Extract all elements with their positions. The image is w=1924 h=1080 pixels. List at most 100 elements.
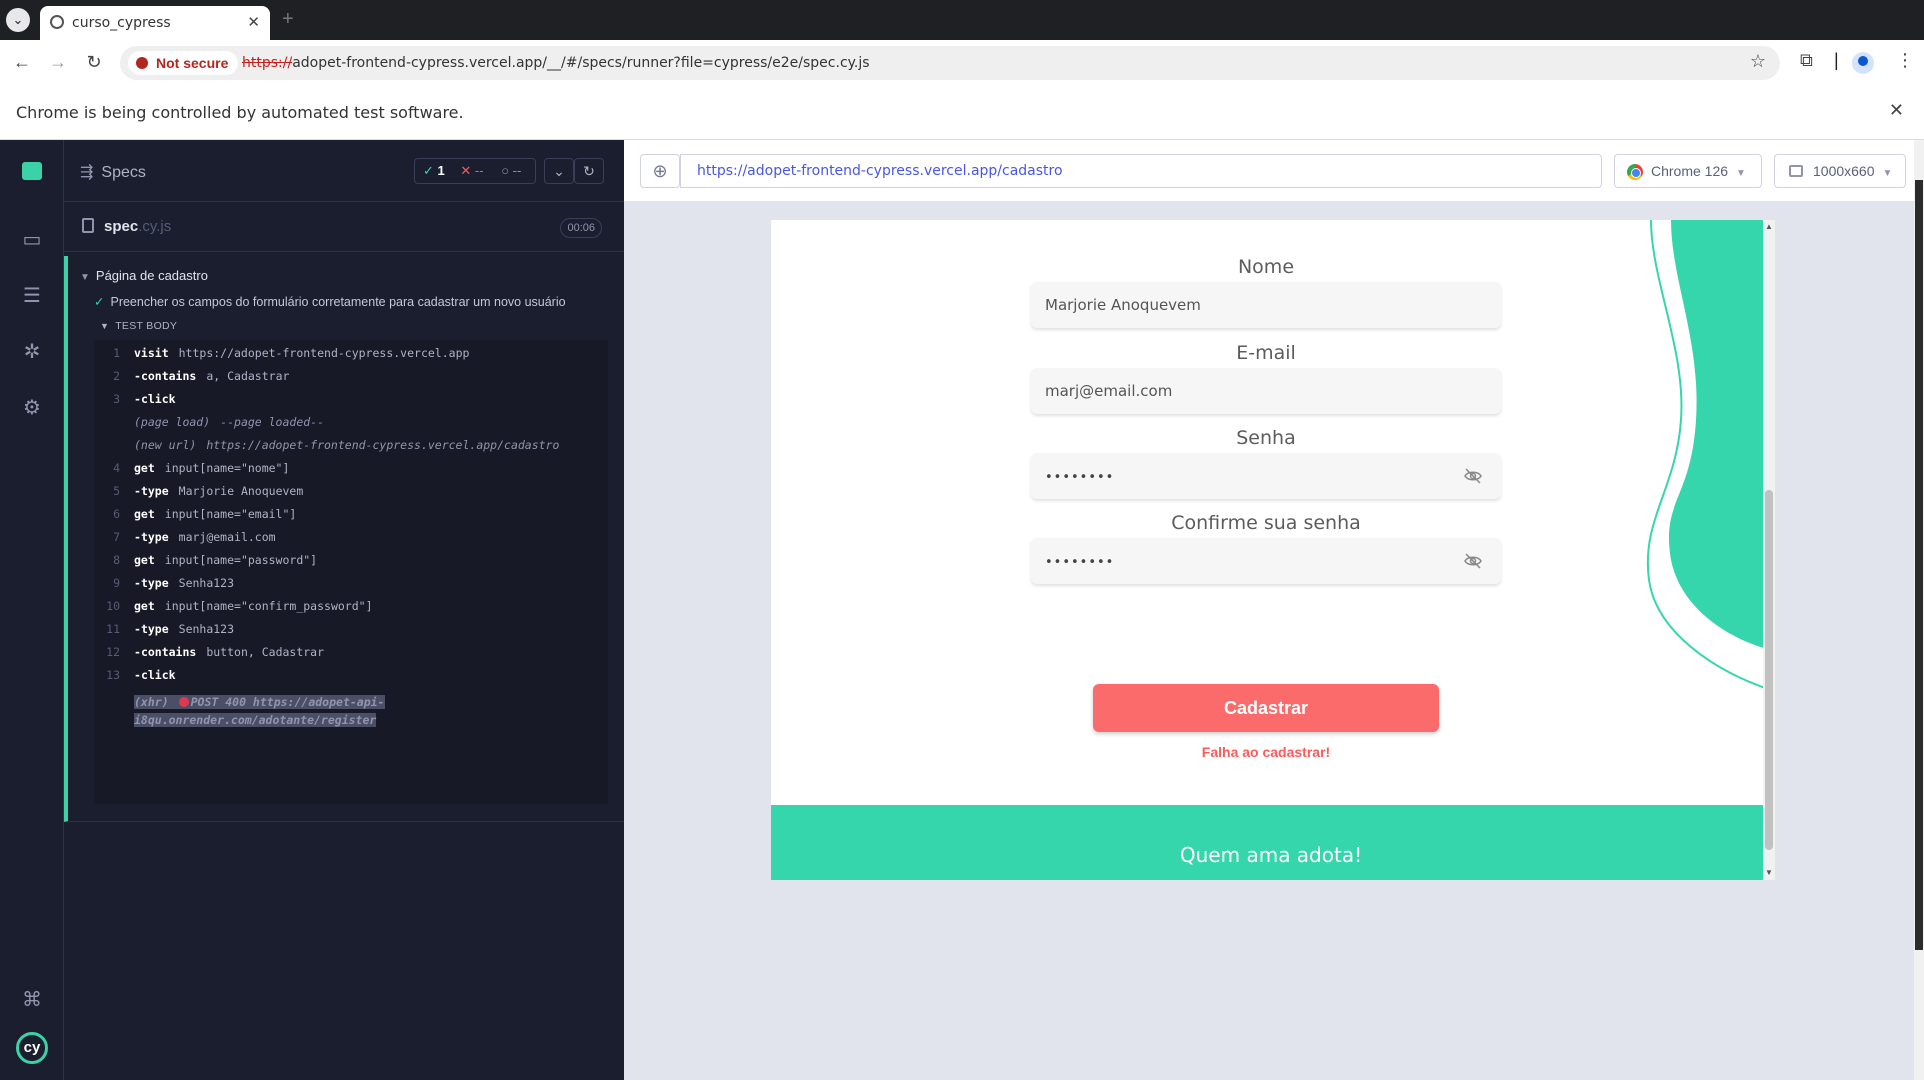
command-row[interactable]: 11 type Senha123 (94, 618, 608, 640)
cypress-logo-icon: cy (16, 1032, 48, 1064)
scroll-up-icon[interactable]: ▲ (1765, 222, 1773, 231)
close-tab-icon[interactable]: ✕ (247, 13, 260, 31)
chevron-down-icon: ▼ (1736, 168, 1746, 179)
address-url[interactable]: https://adopet-frontend-cypress.vercel.a… (242, 55, 870, 71)
command-row[interactable]: 12 contains button, Cadastrar (94, 641, 608, 663)
spec-name: spec.cy.js (104, 218, 171, 235)
rerun-icon[interactable]: ↻ (574, 158, 604, 184)
command-name-text: get (134, 507, 155, 521)
command-name-text: contains (140, 369, 197, 383)
decorative-wave (1646, 220, 1771, 691)
forward-icon[interactable]: → (46, 50, 70, 74)
xhr-event: (xhr) (134, 695, 169, 709)
specs-nav-icon[interactable]: ▭ (20, 228, 44, 252)
test-title[interactable]: ✓ Preencher os campos do formulário corre… (94, 294, 566, 309)
window-scrollbar[interactable] (1914, 140, 1924, 1080)
command-row[interactable]: 3 click (94, 388, 608, 410)
command-name-text: type (140, 576, 169, 590)
keyboard-shortcuts-icon[interactable]: ⌘ (20, 988, 44, 1012)
menu-kebab-icon[interactable]: ⋮ (1896, 50, 1914, 71)
confirm-password-value: •••••••• (1045, 555, 1115, 570)
close-infobar-icon[interactable]: ✕ (1889, 100, 1904, 121)
email-input[interactable]: marj@email.com (1031, 368, 1501, 414)
command-row[interactable]: (new url) https://adopet-frontend-cypress… (94, 434, 608, 456)
browser-selector[interactable]: Chrome 126 ▼ (1614, 154, 1762, 188)
bookmark-star-icon[interactable]: ☆ (1750, 51, 1766, 72)
command-name: click (134, 388, 186, 410)
command-row[interactable]: 4 get input[name="nome"] (94, 457, 608, 479)
command-name-text: get (134, 599, 155, 613)
reload-icon[interactable]: ↻ (82, 50, 106, 74)
command-row[interactable]: 8 get input[name="password"] (94, 549, 608, 571)
not-secure-chip[interactable]: Not secure (128, 51, 239, 75)
tab-search-icon[interactable]: ⌄ (6, 8, 30, 32)
eye-slash-icon[interactable] (1463, 551, 1483, 571)
url-scheme: https:// (242, 55, 293, 71)
extensions-icon[interactable]: ⧉ (1800, 50, 1813, 71)
not-secure-label: Not secure (156, 55, 229, 71)
suite-title[interactable]: ▼ Página de cadastro (80, 268, 208, 283)
command-message: input[name="nome"] (164, 461, 290, 475)
command-message: Senha123 (178, 622, 235, 636)
nome-input[interactable]: Marjorie Anoquevem (1031, 282, 1501, 328)
chevron-down-icon: ▼ (100, 321, 110, 331)
app-scrollbar[interactable]: ▲ ▼ (1763, 220, 1775, 880)
specs-toggle[interactable]: ⇶ Specs (80, 162, 146, 182)
project-logo-icon[interactable] (22, 162, 42, 180)
suite-title-text: Página de cadastro (95, 268, 208, 283)
spec-duration: 00:06 (560, 218, 602, 238)
selector-playground-icon[interactable]: ⊕ (640, 154, 680, 188)
command-name-text: type (140, 484, 169, 498)
command-message: marj@email.com (178, 530, 276, 544)
command-event-message: https://adopet-frontend-cypress.vercel.a… (206, 438, 560, 452)
test-title-text: Preencher os campos do formulário corret… (110, 295, 566, 309)
confirm-password-input[interactable]: •••••••• (1031, 538, 1501, 584)
profile-avatar-icon[interactable] (1852, 52, 1874, 74)
settings-gear-icon[interactable]: ⚙ (20, 396, 44, 420)
new-tab-icon[interactable]: + (282, 8, 294, 31)
address-bar[interactable]: Not secure https://adopet-frontend-cypre… (120, 46, 1780, 80)
viewport-icon (1789, 165, 1803, 177)
aut-url[interactable]: https://adopet-frontend-cypress.vercel.a… (680, 154, 1602, 188)
command-number: 2 (113, 369, 120, 383)
command-row[interactable]: 7 type marj@email.com (94, 526, 608, 548)
command-row[interactable]: 9 type Senha123 (94, 572, 608, 594)
test-body-label: TEST BODY (115, 320, 178, 332)
browser-tab[interactable]: curso_cypress ✕ (40, 6, 270, 40)
cadastrar-button[interactable]: Cadastrar (1093, 684, 1439, 732)
scroll-down-icon[interactable]: ▼ (1765, 868, 1773, 877)
back-icon[interactable]: ← (10, 50, 34, 74)
command-row[interactable]: 2 contains a, Cadastrar (94, 365, 608, 387)
command-number: 6 (113, 507, 120, 521)
debug-bug-icon[interactable]: ✲ (20, 340, 44, 364)
command-xhr[interactable]: (xhr) POST 400 https://adopet-api-i8qu.on… (134, 693, 434, 729)
cypress-favicon-icon (50, 15, 64, 29)
app-scrollbar-thumb[interactable] (1765, 490, 1773, 850)
viewport-selector[interactable]: 1000x660 ▼ (1774, 154, 1906, 188)
password-input[interactable]: •••••••• (1031, 453, 1501, 499)
nome-label: Nome (1237, 256, 1295, 278)
command-event: (page load) --page loaded-- (134, 411, 324, 433)
command-row[interactable]: 10 get input[name="confirm_password"] (94, 595, 608, 617)
command-row[interactable]: 1 visit https://adopet-frontend-cypress.ve… (94, 342, 608, 364)
failed-count: -- (474, 163, 484, 178)
command-event-name: (page load) (134, 415, 211, 429)
eye-slash-icon[interactable] (1463, 466, 1483, 486)
command-row[interactable]: (page load) --page loaded-- (94, 411, 608, 433)
command-event-message: --page loaded-- (220, 415, 325, 429)
command-message: input[name="email"] (164, 507, 297, 521)
chevron-down-icon: ▼ (1882, 168, 1893, 179)
app-under-test: Nome Marjorie Anoquevem E-mail marj@emai… (771, 220, 1771, 880)
command-row[interactable]: 5 type Marjorie Anoquevem (94, 480, 608, 502)
specs-list-icon: ⇶ (80, 164, 94, 181)
test-stats: ✓ 1 ✕ -- ○ -- (414, 158, 536, 184)
runs-nav-icon[interactable]: ☰ (20, 284, 44, 308)
test-body-toggle[interactable]: ▼ TEST BODY (100, 320, 177, 332)
command-message: button, Cadastrar (206, 645, 325, 659)
command-name: get input[name="confirm_password"] (134, 595, 373, 617)
command-message: a, Cadastrar (206, 369, 290, 383)
command-row[interactable]: 6 get input[name="email"] (94, 503, 608, 525)
command-row[interactable]: 13 click (94, 664, 608, 686)
window-scrollbar-thumb[interactable] (1915, 180, 1923, 950)
collapse-chevron-icon[interactable]: ⌄ (544, 158, 574, 184)
